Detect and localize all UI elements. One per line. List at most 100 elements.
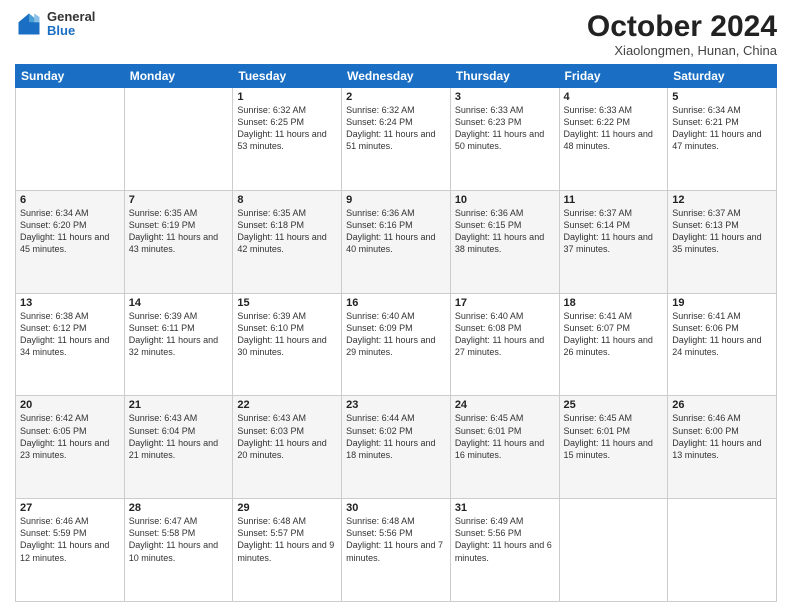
cell-content: Sunrise: 6:35 AMSunset: 6:18 PMDaylight:… [237, 207, 337, 256]
calendar-week-3: 13 Sunrise: 6:38 AMSunset: 6:12 PMDaylig… [16, 293, 777, 396]
calendar-cell: 2 Sunrise: 6:32 AMSunset: 6:24 PMDayligh… [342, 88, 451, 191]
cell-content: Sunrise: 6:39 AMSunset: 6:11 PMDaylight:… [129, 310, 229, 359]
cell-content: Sunrise: 6:46 AMSunset: 5:59 PMDaylight:… [20, 515, 120, 564]
day-number: 16 [346, 297, 446, 309]
day-number: 9 [346, 194, 446, 206]
cell-content: Sunrise: 6:37 AMSunset: 6:13 PMDaylight:… [672, 207, 772, 256]
day-number: 6 [20, 194, 120, 206]
calendar-cell: 1 Sunrise: 6:32 AMSunset: 6:25 PMDayligh… [233, 88, 342, 191]
cell-content: Sunrise: 6:42 AMSunset: 6:05 PMDaylight:… [20, 412, 120, 461]
cell-content: Sunrise: 6:36 AMSunset: 6:15 PMDaylight:… [455, 207, 555, 256]
cell-content: Sunrise: 6:45 AMSunset: 6:01 PMDaylight:… [564, 412, 664, 461]
calendar-cell: 7 Sunrise: 6:35 AMSunset: 6:19 PMDayligh… [124, 190, 233, 293]
cell-content: Sunrise: 6:40 AMSunset: 6:08 PMDaylight:… [455, 310, 555, 359]
month-title: October 2024 [587, 10, 777, 43]
calendar-cell: 30 Sunrise: 6:48 AMSunset: 5:56 PMDaylig… [342, 499, 451, 602]
calendar-cell: 5 Sunrise: 6:34 AMSunset: 6:21 PMDayligh… [668, 88, 777, 191]
cell-content: Sunrise: 6:34 AMSunset: 6:21 PMDaylight:… [672, 104, 772, 153]
calendar-cell: 31 Sunrise: 6:49 AMSunset: 5:56 PMDaylig… [450, 499, 559, 602]
day-number: 21 [129, 399, 229, 411]
day-number: 28 [129, 502, 229, 514]
logo-icon [15, 10, 43, 38]
cell-content: Sunrise: 6:40 AMSunset: 6:09 PMDaylight:… [346, 310, 446, 359]
header-row: Sunday Monday Tuesday Wednesday Thursday… [16, 65, 777, 88]
day-number: 23 [346, 399, 446, 411]
calendar-week-1: 1 Sunrise: 6:32 AMSunset: 6:25 PMDayligh… [16, 88, 777, 191]
col-thursday: Thursday [450, 65, 559, 88]
location: Xiaolongmen, Hunan, China [587, 43, 777, 58]
day-number: 19 [672, 297, 772, 309]
calendar-cell: 6 Sunrise: 6:34 AMSunset: 6:20 PMDayligh… [16, 190, 125, 293]
day-number: 24 [455, 399, 555, 411]
calendar-cell: 23 Sunrise: 6:44 AMSunset: 6:02 PMDaylig… [342, 396, 451, 499]
logo-text: General Blue [47, 10, 95, 39]
day-number: 15 [237, 297, 337, 309]
cell-content: Sunrise: 6:47 AMSunset: 5:58 PMDaylight:… [129, 515, 229, 564]
cell-content: Sunrise: 6:33 AMSunset: 6:22 PMDaylight:… [564, 104, 664, 153]
calendar-cell: 19 Sunrise: 6:41 AMSunset: 6:06 PMDaylig… [668, 293, 777, 396]
calendar-body: 1 Sunrise: 6:32 AMSunset: 6:25 PMDayligh… [16, 88, 777, 602]
cell-content: Sunrise: 6:48 AMSunset: 5:57 PMDaylight:… [237, 515, 337, 564]
calendar-cell: 15 Sunrise: 6:39 AMSunset: 6:10 PMDaylig… [233, 293, 342, 396]
calendar-cell: 25 Sunrise: 6:45 AMSunset: 6:01 PMDaylig… [559, 396, 668, 499]
day-number: 20 [20, 399, 120, 411]
header: General Blue October 2024 Xiaolongmen, H… [15, 10, 777, 58]
day-number: 4 [564, 91, 664, 103]
cell-content: Sunrise: 6:48 AMSunset: 5:56 PMDaylight:… [346, 515, 446, 564]
calendar-week-4: 20 Sunrise: 6:42 AMSunset: 6:05 PMDaylig… [16, 396, 777, 499]
calendar-header: Sunday Monday Tuesday Wednesday Thursday… [16, 65, 777, 88]
col-wednesday: Wednesday [342, 65, 451, 88]
cell-content: Sunrise: 6:32 AMSunset: 6:25 PMDaylight:… [237, 104, 337, 153]
cell-content: Sunrise: 6:37 AMSunset: 6:14 PMDaylight:… [564, 207, 664, 256]
cell-content: Sunrise: 6:39 AMSunset: 6:10 PMDaylight:… [237, 310, 337, 359]
cell-content: Sunrise: 6:36 AMSunset: 6:16 PMDaylight:… [346, 207, 446, 256]
calendar-cell: 4 Sunrise: 6:33 AMSunset: 6:22 PMDayligh… [559, 88, 668, 191]
calendar-cell: 13 Sunrise: 6:38 AMSunset: 6:12 PMDaylig… [16, 293, 125, 396]
col-monday: Monday [124, 65, 233, 88]
cell-content: Sunrise: 6:34 AMSunset: 6:20 PMDaylight:… [20, 207, 120, 256]
day-number: 3 [455, 91, 555, 103]
day-number: 27 [20, 502, 120, 514]
calendar-cell: 27 Sunrise: 6:46 AMSunset: 5:59 PMDaylig… [16, 499, 125, 602]
cell-content: Sunrise: 6:49 AMSunset: 5:56 PMDaylight:… [455, 515, 555, 564]
day-number: 31 [455, 502, 555, 514]
calendar-cell [124, 88, 233, 191]
calendar-cell: 8 Sunrise: 6:35 AMSunset: 6:18 PMDayligh… [233, 190, 342, 293]
calendar-cell: 12 Sunrise: 6:37 AMSunset: 6:13 PMDaylig… [668, 190, 777, 293]
calendar-cell [559, 499, 668, 602]
cell-content: Sunrise: 6:41 AMSunset: 6:07 PMDaylight:… [564, 310, 664, 359]
day-number: 10 [455, 194, 555, 206]
calendar-cell: 3 Sunrise: 6:33 AMSunset: 6:23 PMDayligh… [450, 88, 559, 191]
page: General Blue October 2024 Xiaolongmen, H… [0, 0, 792, 612]
calendar-week-5: 27 Sunrise: 6:46 AMSunset: 5:59 PMDaylig… [16, 499, 777, 602]
cell-content: Sunrise: 6:35 AMSunset: 6:19 PMDaylight:… [129, 207, 229, 256]
col-sunday: Sunday [16, 65, 125, 88]
calendar-cell [668, 499, 777, 602]
day-number: 30 [346, 502, 446, 514]
calendar-cell [16, 88, 125, 191]
cell-content: Sunrise: 6:45 AMSunset: 6:01 PMDaylight:… [455, 412, 555, 461]
cell-content: Sunrise: 6:46 AMSunset: 6:00 PMDaylight:… [672, 412, 772, 461]
calendar-cell: 21 Sunrise: 6:43 AMSunset: 6:04 PMDaylig… [124, 396, 233, 499]
cell-content: Sunrise: 6:43 AMSunset: 6:04 PMDaylight:… [129, 412, 229, 461]
logo: General Blue [15, 10, 95, 39]
calendar-cell: 9 Sunrise: 6:36 AMSunset: 6:16 PMDayligh… [342, 190, 451, 293]
calendar-cell: 10 Sunrise: 6:36 AMSunset: 6:15 PMDaylig… [450, 190, 559, 293]
calendar-cell: 17 Sunrise: 6:40 AMSunset: 6:08 PMDaylig… [450, 293, 559, 396]
calendar-cell: 11 Sunrise: 6:37 AMSunset: 6:14 PMDaylig… [559, 190, 668, 293]
col-friday: Friday [559, 65, 668, 88]
calendar-cell: 20 Sunrise: 6:42 AMSunset: 6:05 PMDaylig… [16, 396, 125, 499]
cell-content: Sunrise: 6:33 AMSunset: 6:23 PMDaylight:… [455, 104, 555, 153]
calendar-cell: 22 Sunrise: 6:43 AMSunset: 6:03 PMDaylig… [233, 396, 342, 499]
day-number: 14 [129, 297, 229, 309]
day-number: 1 [237, 91, 337, 103]
day-number: 13 [20, 297, 120, 309]
logo-blue: Blue [47, 24, 95, 38]
day-number: 5 [672, 91, 772, 103]
col-tuesday: Tuesday [233, 65, 342, 88]
col-saturday: Saturday [668, 65, 777, 88]
day-number: 2 [346, 91, 446, 103]
cell-content: Sunrise: 6:41 AMSunset: 6:06 PMDaylight:… [672, 310, 772, 359]
day-number: 17 [455, 297, 555, 309]
calendar-cell: 29 Sunrise: 6:48 AMSunset: 5:57 PMDaylig… [233, 499, 342, 602]
